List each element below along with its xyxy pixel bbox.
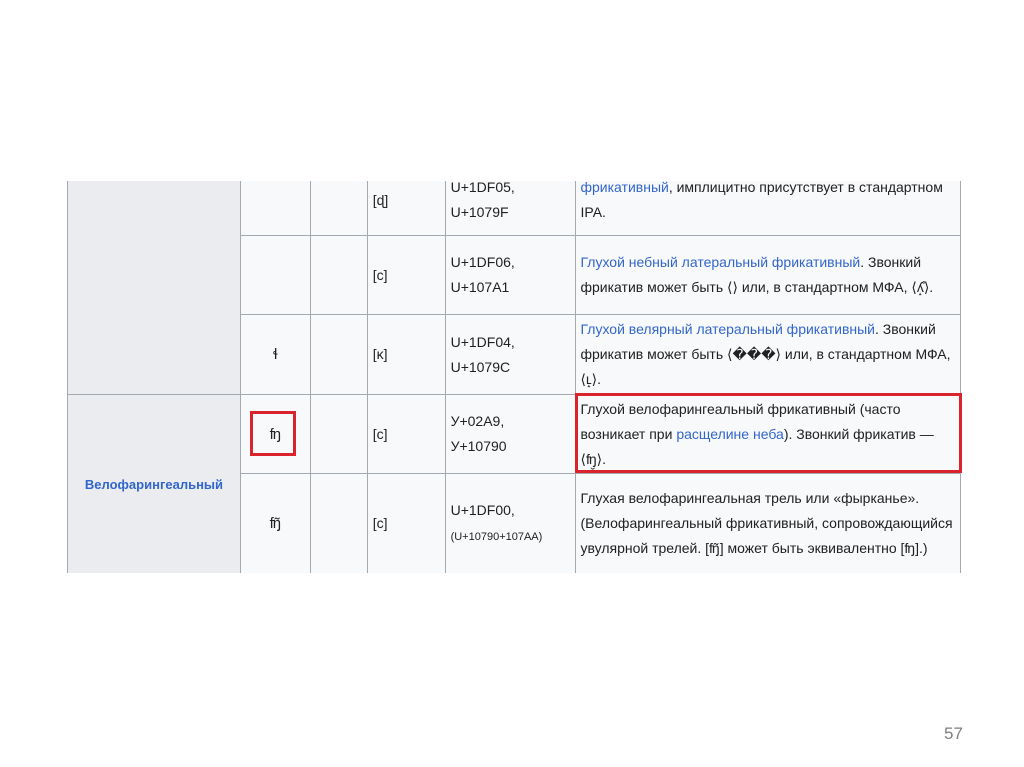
glyph-cell: ɬ	[239, 314, 311, 395]
table-row-highlighted: Велофарингеальный ʩ [c] У+02А9, У+10790 …	[67, 394, 961, 573]
ipa-table: [ɖ] U+1DF05, U+1079F фрикативный, имплиц…	[67, 181, 961, 573]
alt-glyph-cell	[309, 181, 368, 236]
group-cell-velopharyngeal: Велофарингеальный	[67, 394, 241, 573]
page-number: 57	[944, 724, 963, 743]
ipa-cell: [c]	[366, 473, 446, 573]
description-cell: Глухой небный латеральный фрикативный. З…	[574, 235, 961, 315]
unicode-cell: U+1DF00, (U+10790+107AA)	[444, 473, 576, 573]
unicode-line1: U+1DF04,	[450, 333, 515, 350]
unicode-line2: U+107A1	[450, 279, 510, 295]
table-row: [ɖ] U+1DF05, U+1079F фрикативный, имплиц…	[67, 181, 961, 395]
alt-glyph-cell	[309, 473, 368, 573]
glyph-cell	[239, 181, 311, 236]
glyph-cell: ʩ	[239, 394, 311, 474]
description-cell: Глухая велофарингеальная трель или «фырк…	[574, 473, 961, 573]
unicode-line1: U+1DF05,	[450, 181, 515, 195]
description-cell: Глухой велофарингеальный фрикативный (ча…	[574, 394, 961, 474]
ipa-cell: [c]	[366, 394, 446, 474]
unicode-line1: У+02А9,	[450, 413, 505, 429]
table-screenshot: [ɖ] U+1DF05, U+1079F фрикативный, имплиц…	[67, 181, 961, 573]
ipa-cell: [ĸ]	[366, 314, 446, 395]
unicode-line2: U+1079C	[450, 358, 511, 375]
description-link[interactable]: Глухой небный латеральный фрикативный	[581, 254, 861, 270]
section-label-link[interactable]: Велофарингеальный	[85, 477, 223, 492]
alt-glyph-cell	[309, 314, 368, 395]
ipa-cell: [ɖ]	[366, 181, 446, 236]
group-cell-empty	[67, 181, 241, 395]
description-link[interactable]: Глухой велярный латеральный фрикативный	[581, 321, 876, 337]
unicode-cell: U+1DF06, U+107A1	[444, 235, 576, 315]
unicode-line2: (U+10790+107AA)	[450, 530, 543, 543]
glyph-cell: ʩ̃	[239, 473, 311, 573]
description-cell: фрикативный, имплицитно присутствует в с…	[574, 181, 961, 236]
ipa-cell: [c]	[366, 235, 446, 315]
description-link[interactable]: фрикативный	[581, 181, 669, 195]
alt-glyph-cell	[309, 394, 368, 474]
description-link[interactable]: расщелине неба	[676, 426, 784, 442]
unicode-cell: U+1DF04, U+1079C	[444, 314, 576, 395]
slide: [ɖ] U+1DF05, U+1079F фрикативный, имплиц…	[0, 0, 1024, 767]
unicode-line2: У+10790	[450, 438, 507, 454]
unicode-line1: U+1DF00,	[450, 501, 515, 518]
unicode-line1: U+1DF06,	[450, 254, 515, 270]
description-cell: Глухой велярный латеральный фрикативный.…	[574, 314, 961, 395]
unicode-line2: U+1079F	[450, 204, 509, 220]
unicode-cell: У+02А9, У+10790	[444, 394, 576, 474]
glyph-cell	[239, 235, 311, 315]
unicode-cell: U+1DF05, U+1079F	[444, 181, 576, 236]
alt-glyph-cell	[309, 235, 368, 315]
